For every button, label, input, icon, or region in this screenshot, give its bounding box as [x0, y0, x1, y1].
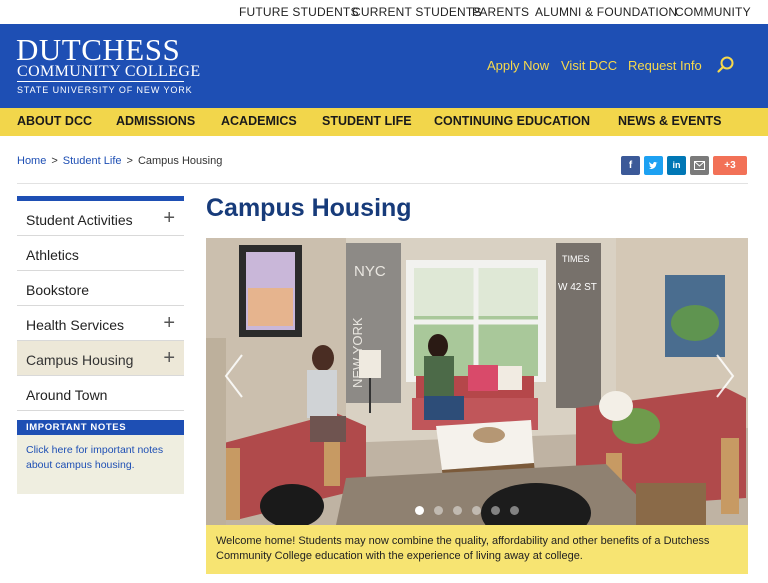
carousel-dot[interactable]	[491, 506, 500, 515]
sidebar-item-label: Health Services	[26, 317, 125, 333]
breadcrumb-separator: >	[51, 155, 58, 167]
logo-line-1: DUTCHESS	[16, 32, 181, 67]
important-notes-heading: IMPORTANT NOTES	[17, 420, 184, 435]
nav-about-dcc[interactable]: ABOUT DCC	[17, 114, 92, 128]
twitter-share-button[interactable]	[644, 156, 663, 175]
nav-continuing-education[interactable]: CONTINUING EDUCATION	[434, 114, 590, 128]
logo-rule	[17, 81, 184, 82]
carousel-dot[interactable]	[434, 506, 443, 515]
expand-icon[interactable]: +	[163, 348, 175, 368]
breadcrumb-student-life[interactable]: Student Life	[63, 155, 122, 167]
expand-icon[interactable]: +	[163, 313, 175, 333]
image-carousel: NYC NEW YORK W 42 ST TIMES	[206, 238, 748, 525]
share-count: +3	[724, 160, 736, 171]
utility-link-alumni-foundation[interactable]: ALUMNI & FOUNDATION	[535, 5, 677, 19]
breadcrumb-home[interactable]: Home	[17, 155, 46, 167]
utility-nav: FUTURE STUDENTS CURRENT STUDENTS PARENTS…	[0, 0, 768, 24]
visit-dcc-link[interactable]: Visit DCC	[561, 58, 617, 73]
utility-link-parents[interactable]: PARENTS	[472, 5, 529, 19]
envelope-icon	[694, 161, 705, 170]
facebook-share-button[interactable]: f	[621, 156, 640, 175]
carousel-dot[interactable]	[415, 506, 424, 515]
sidebar-item-label: Bookstore	[26, 282, 90, 298]
sidebar-item-athletics[interactable]: Athletics	[17, 236, 184, 271]
sidebar-item-label: Around Town	[26, 387, 108, 403]
more-share-button[interactable]: +3	[713, 156, 747, 175]
breadcrumb-current: Campus Housing	[137, 155, 223, 167]
carousel-caption: Welcome home! Students may now combine t…	[206, 525, 748, 574]
email-share-button[interactable]	[690, 156, 709, 175]
request-info-link[interactable]: Request Info	[628, 58, 702, 73]
breadcrumb: Home > Student Life > Campus Housing	[17, 155, 222, 167]
breadcrumb-divider	[17, 183, 748, 184]
logo-line-2: COMMUNITY COLLEGE	[17, 63, 201, 80]
linkedin-icon: in	[672, 160, 681, 170]
carousel-dot[interactable]	[472, 506, 481, 515]
facebook-icon: f	[628, 160, 633, 171]
apply-now-link[interactable]: Apply Now	[487, 58, 549, 73]
sidebar-item-label: Student Activities	[26, 212, 133, 228]
linkedin-share-button[interactable]: in	[667, 156, 686, 175]
important-notes-link[interactable]: Click here for important notes about cam…	[17, 435, 184, 481]
poster-street-sign: W 42 ST	[558, 282, 597, 293]
utility-link-current-students[interactable]: CURRENT STUDENTS	[352, 5, 482, 19]
sidebar-item-label: Campus Housing	[26, 352, 134, 368]
poster-times: TIMES	[562, 254, 590, 264]
carousel-dot[interactable]	[453, 506, 462, 515]
nav-news-events[interactable]: NEWS & EVENTS	[618, 114, 722, 128]
expand-icon[interactable]: +	[163, 208, 175, 228]
chevron-left-icon[interactable]	[220, 351, 250, 401]
chevron-right-icon[interactable]	[709, 351, 739, 401]
utility-link-community[interactable]: COMMUNITY	[675, 5, 751, 19]
dorm-lounge-photo: NYC NEW YORK W 42 ST TIMES	[206, 238, 748, 525]
page-title: Campus Housing	[206, 194, 412, 222]
sidebar-item-health-services[interactable]: Health Services +	[17, 306, 184, 341]
main-nav: ABOUT DCC ADMISSIONS ACADEMICS STUDENT L…	[0, 108, 768, 136]
sidebar-item-student-activities[interactable]: Student Activities +	[17, 201, 184, 236]
breadcrumb-separator: >	[126, 155, 133, 167]
sidebar-item-bookstore[interactable]: Bookstore	[17, 271, 184, 306]
logo-line-3: STATE UNIVERSITY OF NEW YORK	[17, 85, 193, 95]
nav-student-life[interactable]: STUDENT LIFE	[322, 114, 412, 128]
sidebar-item-around-town[interactable]: Around Town	[17, 376, 184, 411]
carousel-dot[interactable]	[510, 506, 519, 515]
poster-nyc: NYC	[354, 263, 386, 280]
utility-link-future-students[interactable]: FUTURE STUDENTS	[239, 5, 359, 19]
site-header: DUTCHESS COMMUNITY COLLEGE STATE UNIVERS…	[0, 24, 768, 108]
twitter-icon	[648, 161, 658, 169]
sidebar-item-campus-housing[interactable]: Campus Housing +	[17, 341, 184, 376]
important-notes-box: IMPORTANT NOTES Click here for important…	[17, 420, 184, 494]
sidebar-item-label: Athletics	[26, 247, 79, 263]
nav-admissions[interactable]: ADMISSIONS	[116, 114, 195, 128]
sidebar-nav: Student Activities + Athletics Bookstore…	[17, 196, 184, 411]
nav-academics[interactable]: ACADEMICS	[221, 114, 297, 128]
search-icon[interactable]	[716, 55, 736, 75]
